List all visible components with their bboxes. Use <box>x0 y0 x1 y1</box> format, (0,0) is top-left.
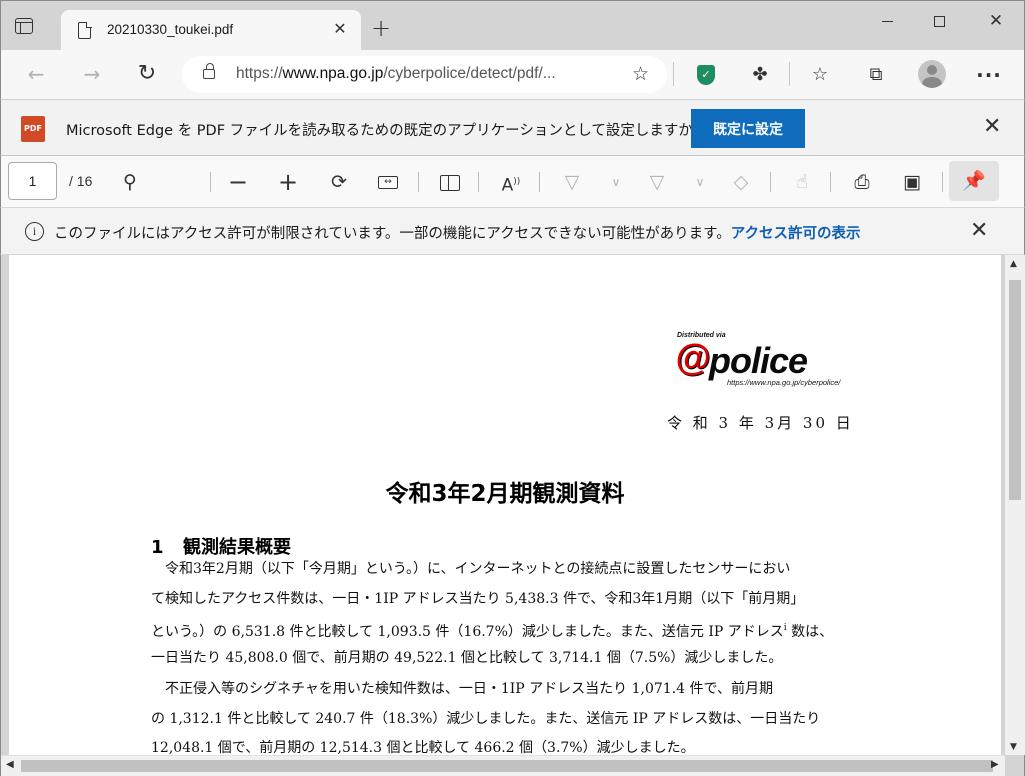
more-menu-icon[interactable]: ··· <box>976 62 1002 88</box>
toolbar-divider <box>830 172 831 192</box>
maximize-button[interactable] <box>916 7 962 35</box>
paragraph-line-text: という。）の 6,531.8 件と比較して 1,093.5 件（16.7%）減少… <box>151 624 784 640</box>
tab-actions-icon[interactable] <box>15 18 33 34</box>
paragraph-line: 一日当たり 45,808.0 個で、前月期の 49,522.1 個と比較して 3… <box>151 649 783 666</box>
infobar-close-icon[interactable]: ✕ <box>970 218 988 243</box>
navigation-bar: ← → ↻ https://www.npa.go.jp/cyberpolice/… <box>0 50 1025 99</box>
page-view-icon[interactable] <box>437 169 463 195</box>
permissions-message-text: このファイルにはアクセス許可が制限されています。一部の機能にアクセスできない可能… <box>54 226 731 242</box>
pdf-viewer: Distributed via @ police https://www.npa… <box>0 255 1025 776</box>
maximize-icon <box>933 15 945 27</box>
paragraph-line: て検知したアクセス件数は、一日・1IP アドレス当たり 5,438.3 件で、令… <box>151 590 805 607</box>
touch-mode-icon[interactable]: ☝ <box>789 169 815 195</box>
lock-icon[interactable] <box>203 63 215 79</box>
pdf-file-icon: PDF <box>21 116 45 142</box>
paragraph-summary: 令和3年2月期（以下「今月期」という。）に、インターネットとの接続点に設置したセ… <box>151 555 859 673</box>
toolbar-divider <box>789 62 790 86</box>
toolbar-divider <box>539 172 540 192</box>
tab-active[interactable]: 20210330_toukei.pdf ✕ <box>61 10 361 51</box>
toolbar-divider <box>770 172 771 192</box>
refresh-icon[interactable]: ↻ <box>135 62 159 86</box>
horizontal-scroll-thumb[interactable] <box>21 760 993 772</box>
url-prefix: https:// <box>236 65 283 82</box>
toolbar-divider <box>210 172 211 192</box>
paragraph-line-suffix: 数は、 <box>791 624 834 640</box>
fit-width-icon[interactable]: ↔ <box>375 169 401 195</box>
toolbar-divider <box>942 172 943 192</box>
scroll-down-arrow-icon[interactable]: ▼ <box>1010 742 1017 752</box>
scroll-right-arrow-icon[interactable]: ▶ <box>991 759 999 770</box>
url-host: www.npa.go.jp <box>282 65 384 82</box>
read-aloud-icon[interactable]: A)) <box>498 169 524 196</box>
info-icon: i <box>25 222 44 241</box>
banner-close-icon[interactable]: ✕ <box>983 114 1001 139</box>
vertical-scrollbar[interactable]: ▲ ▼ <box>1005 255 1025 755</box>
paragraph-signature: 不正侵入等のシグネチャを用いた検知件数は、一日・1IP アドレス当たり 1,07… <box>151 675 859 755</box>
document-date: 令 和 3 年 3月 30 日 <box>667 414 854 432</box>
logo-url: https://www.npa.go.jp/cyberpolice/ <box>727 378 841 387</box>
add-favorite-icon[interactable]: ☆ <box>632 63 649 85</box>
logo-at-mark: @ <box>675 337 711 378</box>
minimize-button[interactable] <box>864 7 910 35</box>
minimize-icon <box>881 20 893 22</box>
zoom-in-icon[interactable]: + <box>275 169 301 195</box>
paragraph-line: という。）の 6,531.8 件と比較して 1,093.5 件（16.7%）減少… <box>151 614 859 644</box>
eraser-icon[interactable]: ◇ <box>728 169 754 195</box>
pdf-page: Distributed via @ police https://www.npa… <box>9 255 1001 755</box>
toolbar-divider <box>673 62 674 86</box>
tab-title: 20210330_toukei.pdf <box>107 22 234 37</box>
url-path: /cyberpolice/detect/pdf/... <box>383 65 556 82</box>
view-permissions-link[interactable]: アクセス許可の表示 <box>731 226 861 242</box>
default-pdf-banner: PDF Microsoft Edge を PDF ファイルを読み取るための既定の… <box>0 99 1025 156</box>
scroll-left-arrow-icon[interactable]: ◀ <box>6 759 14 770</box>
profile-avatar[interactable] <box>918 60 946 88</box>
scroll-up-arrow-icon[interactable]: ▲ <box>1010 259 1017 269</box>
back-arrow-icon[interactable]: ← <box>24 62 48 86</box>
shield-extension-icon[interactable]: ✓ <box>693 62 719 88</box>
favorites-icon[interactable]: ☆ <box>807 62 833 88</box>
address-bar[interactable]: https://www.npa.go.jp/cyberpolice/detect… <box>182 56 667 93</box>
zoom-out-icon[interactable]: − <box>225 169 251 195</box>
page-total: / 16 <box>69 173 93 189</box>
paragraph-line: 令和3年2月期（以下「今月期」という。）に、インターネットとの接続点に設置したセ… <box>165 561 791 577</box>
banner-message: Microsoft Edge を PDF ファイルを読み取るための既定のアプリケ… <box>66 123 701 139</box>
paragraph-line: 12,048.1 個で、前月期の 12,514.3 個と比較して 466.2 個… <box>151 740 695 755</box>
forward-arrow-icon[interactable]: → <box>80 62 104 86</box>
draw-dropdown-chevron-icon[interactable]: ∨ <box>603 169 629 195</box>
footnote-mark[interactable]: i <box>784 623 787 633</box>
close-window-button[interactable]: ✕ <box>973 7 1019 35</box>
pin-toolbar-icon[interactable]: 📌 <box>949 161 999 201</box>
paragraph-line: 不正侵入等のシグネチャを用いた検知件数は、一日・1IP アドレス当たり 1,07… <box>165 681 773 697</box>
document-title: 令和3年2月期観測資料 <box>385 481 625 507</box>
tab-close-icon[interactable]: ✕ <box>331 20 349 38</box>
tab-strip: 20210330_toukei.pdf ✕ + ✕ <box>0 0 1025 51</box>
horizontal-scrollbar[interactable]: ◀ ▶ <box>1 755 1005 776</box>
draw-icon[interactable]: ▽ <box>559 169 585 195</box>
save-icon[interactable]: ▣ <box>899 169 925 195</box>
print-icon[interactable]: ⎙ <box>849 169 875 195</box>
page-number-input[interactable] <box>8 162 57 200</box>
extensions-icon[interactable]: ✤ <box>747 62 773 88</box>
new-tab-button[interactable]: + <box>371 16 391 40</box>
logo-police-word: police <box>709 340 808 381</box>
toolbar-divider <box>418 172 419 192</box>
pdf-toolbar: / 16 ⚲ − + ⟳ ↔ A)) ▽ ∨ ▽ ∨ ◇ ☝ ⎙ ▣ 📌 <box>0 156 1025 208</box>
url-text[interactable]: https://www.npa.go.jp/cyberpolice/detect… <box>236 65 556 83</box>
permissions-message: このファイルにはアクセス許可が制限されています。一部の機能にアクセスできない可能… <box>54 222 861 243</box>
paragraph-line: の 1,312.1 件と比較して 240.7 件（18.3%）減少しました。また… <box>151 710 821 727</box>
permissions-infobar: i このファイルにはアクセス許可が制限されています。一部の機能にアクセスできない… <box>0 208 1025 255</box>
highlight-dropdown-chevron-icon[interactable]: ∨ <box>687 169 713 195</box>
set-default-button[interactable]: 既定に設定 <box>691 109 805 148</box>
toolbar-divider <box>478 172 479 192</box>
collections-icon[interactable]: ⧉ <box>863 62 889 88</box>
vertical-scroll-thumb[interactable] <box>1009 280 1021 500</box>
search-icon[interactable]: ⚲ <box>117 169 143 195</box>
rotate-icon[interactable]: ⟳ <box>326 169 352 195</box>
highlight-icon[interactable]: ▽ <box>644 169 670 195</box>
document-icon <box>78 21 92 39</box>
